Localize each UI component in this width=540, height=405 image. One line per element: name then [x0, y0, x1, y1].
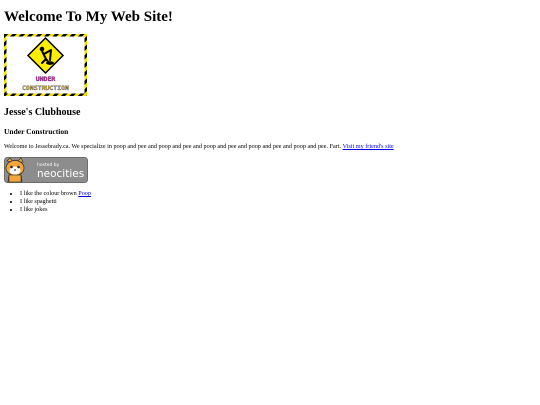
list-item: I like the colour brown Poop — [20, 190, 91, 198]
under-construction-image: UNDER CONSTRUCTION — [4, 34, 87, 96]
like-text: I like jokes — [20, 205, 48, 213]
poop-link[interactable]: Poop — [78, 190, 91, 197]
badge-neocities: neocities — [37, 168, 84, 180]
likes-list: I like the colour brown Poop I like spag… — [4, 190, 91, 213]
like-text: I like the colour brown — [20, 190, 77, 197]
section-heading: Jesse's Clubhouse — [4, 107, 81, 118]
like-text: I like spaghetti — [20, 197, 57, 205]
intro-text: Welcome to Jessebrady.ca. We specialize … — [4, 143, 342, 150]
section-subheading: Under Construction — [4, 127, 69, 136]
page-title: Welcome To My Web Site! — [4, 9, 173, 25]
under-text: UNDER — [36, 75, 56, 83]
construction-text: CONSTRUCTION — [22, 84, 69, 92]
friend-site-link[interactable]: Visit my friend's site — [343, 143, 394, 150]
intro-paragraph: Welcome to Jessebrady.ca. We specialize … — [4, 143, 394, 151]
list-item: I like spaghetti — [20, 198, 91, 206]
neocities-badge[interactable]: hosted by neocities — [4, 157, 88, 183]
list-item: I like jokes — [20, 206, 91, 214]
